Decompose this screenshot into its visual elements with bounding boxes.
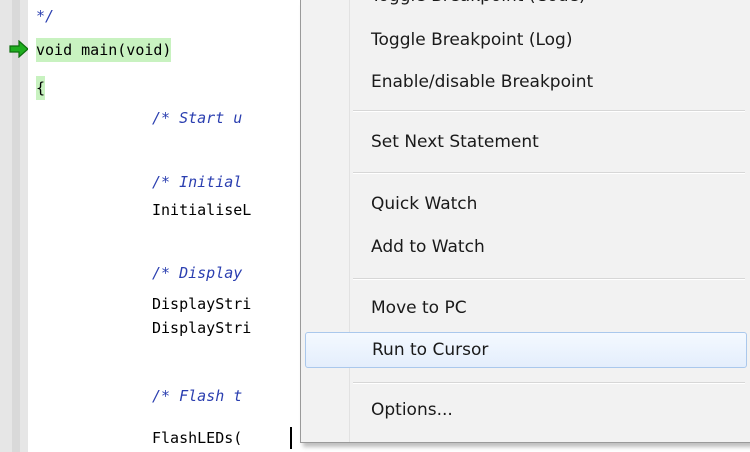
breakpoint-margin[interactable] bbox=[12, 0, 20, 452]
code-line-current: void main(void) bbox=[36, 38, 172, 62]
menu-item-add-to-watch[interactable]: Add to Watch bbox=[305, 229, 747, 265]
menu-item-toggle-breakpoint-log[interactable]: Toggle Breakpoint (Log) bbox=[305, 22, 747, 58]
code-line: InitialiseL bbox=[152, 201, 252, 219]
code-line: /* Flash t bbox=[152, 387, 243, 405]
menu-item-quick-watch[interactable]: Quick Watch bbox=[305, 186, 747, 222]
menu-item-toggle-breakpoint-code[interactable]: Toggle Breakpoint (Code) bbox=[305, 0, 747, 14]
context-menu: Toggle Breakpoint (Code) Toggle Breakpoi… bbox=[300, 0, 750, 443]
menu-separator bbox=[353, 172, 745, 174]
menu-separator bbox=[353, 382, 745, 384]
menu-separator bbox=[353, 110, 745, 112]
current-statement-arrow-icon bbox=[9, 40, 29, 58]
code-line: /* Initial bbox=[152, 173, 243, 191]
code-editor[interactable]: */ void main(void) { /* Start u /* Initi… bbox=[28, 0, 300, 452]
menu-item-enable-disable-breakpoint[interactable]: Enable/disable Breakpoint bbox=[305, 64, 747, 100]
code-line: FlashLEDs( bbox=[152, 429, 243, 447]
code-line: DisplayStri bbox=[152, 319, 252, 337]
menu-item-run-to-cursor[interactable]: Run to Cursor bbox=[305, 332, 747, 368]
code-line: /* Start u bbox=[152, 109, 243, 127]
text-cursor bbox=[290, 427, 292, 449]
menu-item-set-next-statement[interactable]: Set Next Statement bbox=[305, 124, 747, 160]
code-line: */ bbox=[36, 7, 55, 25]
editor-gutter[interactable] bbox=[0, 0, 28, 452]
menu-item-move-to-pc[interactable]: Move to PC bbox=[305, 290, 747, 326]
code-line: { bbox=[36, 76, 46, 100]
menu-separator bbox=[353, 278, 745, 280]
code-line: /* Display bbox=[152, 264, 243, 282]
code-line: DisplayStri bbox=[152, 295, 252, 313]
menu-item-options[interactable]: Options... bbox=[305, 392, 747, 428]
